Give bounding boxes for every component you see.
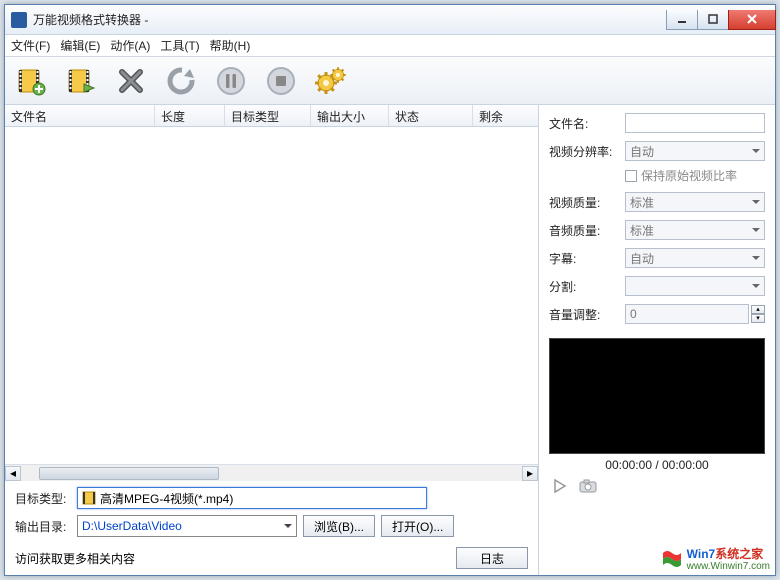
close-button[interactable] xyxy=(728,10,776,30)
col-output-size[interactable]: 输出大小 xyxy=(311,105,389,126)
prop-subtitle-label: 字幕: xyxy=(549,250,625,267)
scroll-thumb[interactable] xyxy=(39,467,219,480)
file-list[interactable] xyxy=(5,127,538,464)
more-content-link[interactable]: 访问获取更多相关内容 xyxy=(15,550,135,567)
list-header: 文件名 长度 目标类型 输出大小 状态 剩余 xyxy=(5,105,538,127)
target-type-value: 高清MPEG-4视频(*.mp4) xyxy=(100,490,233,507)
open-button[interactable]: 打开(O)... xyxy=(381,515,454,537)
menu-file[interactable]: 文件(F) xyxy=(11,37,50,54)
output-dir-value: D:\UserData\Video xyxy=(82,519,182,533)
watermark: Win7系统之家 www.Winwin7.com xyxy=(657,543,774,574)
titlebar: 万能视频格式转换器 - xyxy=(5,5,775,35)
prop-subtitle-field[interactable]: 自动 xyxy=(625,248,765,268)
prop-filename-label: 文件名: xyxy=(549,115,625,132)
col-remaining[interactable]: 剩余 xyxy=(473,105,538,126)
window-controls xyxy=(666,10,775,30)
prop-aquality-field[interactable]: 标准 xyxy=(625,220,765,240)
keep-ratio-label: 保持原始视频比率 xyxy=(641,167,737,184)
convert-button[interactable] xyxy=(163,63,199,99)
settings-button[interactable] xyxy=(313,63,349,99)
menubar: 文件(F) 编辑(E) 动作(A) 工具(T) 帮助(H) xyxy=(5,35,775,57)
scroll-right-arrow[interactable]: ▸ xyxy=(522,466,538,481)
prop-resolution-field[interactable]: 自动 xyxy=(625,141,765,161)
output-dir-combo[interactable]: D:\UserData\Video xyxy=(77,515,297,537)
left-pane: 文件名 长度 目标类型 输出大小 状态 剩余 ◂ ▸ 目标类型: 高清M xyxy=(5,105,539,575)
properties-pane: 文件名: 视频分辨率: 自动 保持原始视频比率 视频质量: 标准 音频质量: 标… xyxy=(539,105,775,575)
keep-ratio-checkbox[interactable] xyxy=(625,170,637,182)
add-file-button[interactable] xyxy=(13,63,49,99)
menu-edit[interactable]: 编辑(E) xyxy=(60,37,100,54)
toolbar xyxy=(5,57,775,105)
add-folder-button[interactable] xyxy=(63,63,99,99)
watermark-url: www.Winwin7.com xyxy=(687,562,770,572)
col-filename[interactable]: 文件名 xyxy=(5,105,155,126)
stop-button[interactable] xyxy=(263,63,299,99)
scroll-left-arrow[interactable]: ◂ xyxy=(5,466,21,481)
watermark-brand2: 系统之家 xyxy=(715,547,763,561)
timecode-display: 00:00:00 / 00:00:00 xyxy=(549,458,765,472)
browse-button[interactable]: 浏览(B)... xyxy=(303,515,375,537)
volume-spinner[interactable]: ▴▾ xyxy=(751,305,765,323)
target-type-combo[interactable]: 高清MPEG-4视频(*.mp4) xyxy=(77,487,427,509)
prop-volume-field[interactable]: 0 xyxy=(625,304,749,324)
maximize-button[interactable] xyxy=(697,10,729,30)
prop-split-field[interactable] xyxy=(625,276,765,296)
windows-logo-icon xyxy=(661,549,683,569)
window-title: 万能视频格式转换器 - xyxy=(33,11,666,28)
col-status[interactable]: 状态 xyxy=(389,105,473,126)
prop-resolution-label: 视频分辨率: xyxy=(549,143,625,160)
spin-up-icon[interactable]: ▴ xyxy=(751,305,765,314)
watermark-brand1: Win7 xyxy=(687,547,716,561)
menu-tools[interactable]: 工具(T) xyxy=(160,37,199,54)
play-button[interactable] xyxy=(549,476,571,496)
col-length[interactable]: 长度 xyxy=(155,105,225,126)
output-dir-label: 输出目录: xyxy=(15,518,71,535)
footer-row: 访问获取更多相关内容 日志 xyxy=(5,545,538,575)
prop-split-label: 分割: xyxy=(549,278,625,295)
playback-controls xyxy=(549,476,765,496)
col-target-type[interactable]: 目标类型 xyxy=(225,105,311,126)
bottom-controls: 目标类型: 高清MPEG-4视频(*.mp4) 输出目录: D:\UserDat… xyxy=(5,481,538,545)
menu-help[interactable]: 帮助(H) xyxy=(210,37,251,54)
prop-filename-field[interactable] xyxy=(625,113,765,133)
main-area: 文件名 长度 目标类型 输出大小 状态 剩余 ◂ ▸ 目标类型: 高清M xyxy=(5,105,775,575)
app-icon xyxy=(11,12,27,28)
horizontal-scrollbar[interactable]: ◂ ▸ xyxy=(5,464,538,481)
app-window: 万能视频格式转换器 - 文件(F) 编辑(E) 动作(A) 工具(T) 帮助(H… xyxy=(4,4,776,576)
prop-volume-label: 音量调整: xyxy=(549,306,625,323)
spin-down-icon[interactable]: ▾ xyxy=(751,314,765,323)
snapshot-button[interactable] xyxy=(577,476,599,496)
menu-action[interactable]: 动作(A) xyxy=(110,37,150,54)
video-preview[interactable] xyxy=(549,338,765,454)
minimize-button[interactable] xyxy=(666,10,698,30)
prop-vquality-field[interactable]: 标准 xyxy=(625,192,765,212)
film-icon xyxy=(82,491,96,505)
pause-button[interactable] xyxy=(213,63,249,99)
target-type-label: 目标类型: xyxy=(15,490,71,507)
log-button[interactable]: 日志 xyxy=(456,547,528,569)
remove-button[interactable] xyxy=(113,63,149,99)
prop-vquality-label: 视频质量: xyxy=(549,194,625,211)
prop-aquality-label: 音频质量: xyxy=(549,222,625,239)
